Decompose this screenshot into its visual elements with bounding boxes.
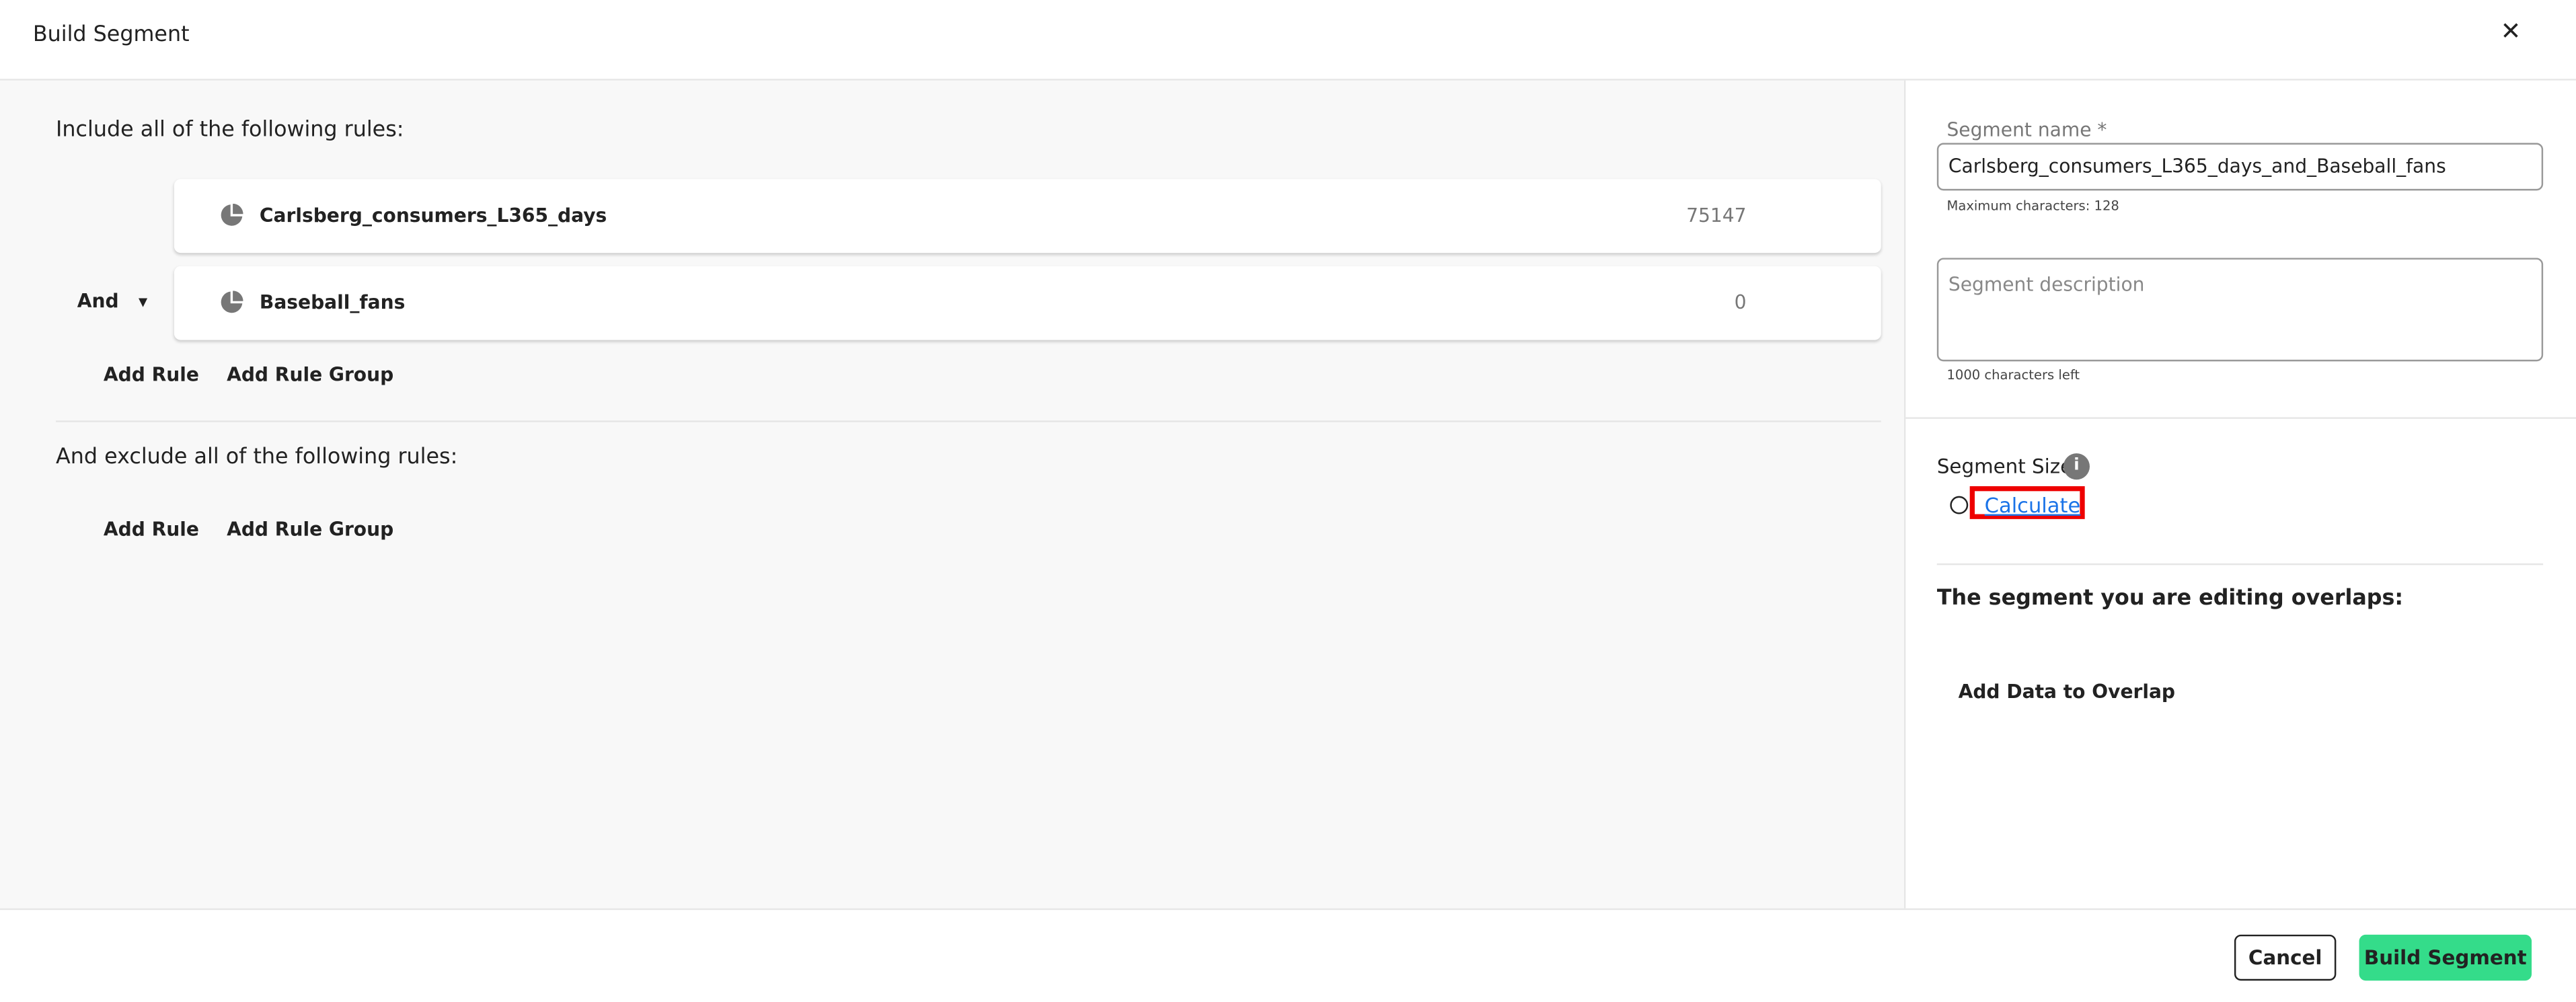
caret-down-icon: ▼	[139, 295, 148, 308]
build-segment-dialog: Build Segment ✕ Include all of the follo…	[0, 0, 2576, 1002]
segment-size-label: Segment Size	[1936, 455, 2073, 478]
dialog-footer: Cancel Build Segment	[0, 908, 2576, 1002]
pie-chart-icon	[221, 291, 243, 313]
include-heading: Include all of the following rules:	[56, 118, 404, 143]
add-data-to-overlap-button[interactable]: Add Data to Overlap	[1959, 680, 2175, 703]
operator-label: And	[77, 288, 119, 313]
dialog-header: Build Segment ✕	[0, 0, 2576, 81]
exclude-heading: And exclude all of the following rules:	[56, 445, 458, 470]
overlaps-heading: The segment you are editing overlaps:	[1936, 586, 2404, 611]
segment-details-panel: Segment name * Carlsberg_consumers_L365_…	[1905, 80, 2576, 909]
segment-description-placeholder: Segment description	[1948, 272, 2145, 296]
add-exclude-rule-button[interactable]: Add Rule	[104, 517, 199, 540]
segment-name-value: Carlsberg_consumers_L365_days_and_Baseba…	[1948, 154, 2446, 178]
segment-name-label: Segment name *	[1946, 118, 2107, 142]
rule-name: Carlsberg_consumers_L365_days	[259, 203, 607, 227]
refresh-icon	[1950, 496, 1969, 514]
operator-dropdown[interactable]: And ▼	[77, 289, 147, 312]
segment-description-input[interactable]: Segment description	[1936, 258, 2544, 362]
segment-name-input[interactable]: Carlsberg_consumers_L365_days_and_Baseba…	[1936, 143, 2544, 191]
add-rule-group-button[interactable]: Add Rule Group	[227, 363, 393, 386]
rule-count: 0	[1734, 291, 1747, 314]
rule-card[interactable]: Carlsberg_consumers_L365_days 75147	[174, 179, 1881, 254]
add-rule-button[interactable]: Add Rule	[104, 363, 199, 386]
rule-name: Baseball_fans	[259, 291, 406, 314]
section-divider	[1905, 417, 2576, 419]
section-divider	[56, 420, 1881, 422]
pie-chart-icon	[221, 203, 243, 226]
section-divider	[1936, 563, 2544, 566]
calculate-link[interactable]: Calculate	[1985, 493, 2081, 518]
add-exclude-rule-group-button[interactable]: Add Rule Group	[227, 517, 393, 540]
rule-count: 75147	[1686, 203, 1747, 227]
close-icon[interactable]: ✕	[2501, 16, 2522, 46]
build-segment-button[interactable]: Build Segment	[2359, 934, 2532, 981]
rule-card[interactable]: Baseball_fans 0	[174, 266, 1881, 340]
segment-name-hint: Maximum characters: 128	[1946, 198, 2119, 214]
dialog-title: Build Segment	[32, 23, 190, 48]
info-icon[interactable]: i	[2063, 453, 2090, 480]
cancel-button[interactable]: Cancel	[2234, 934, 2337, 981]
rules-panel: Include all of the following rules: Carl…	[0, 80, 1906, 909]
segment-description-hint: 1000 characters left	[1946, 368, 2080, 383]
